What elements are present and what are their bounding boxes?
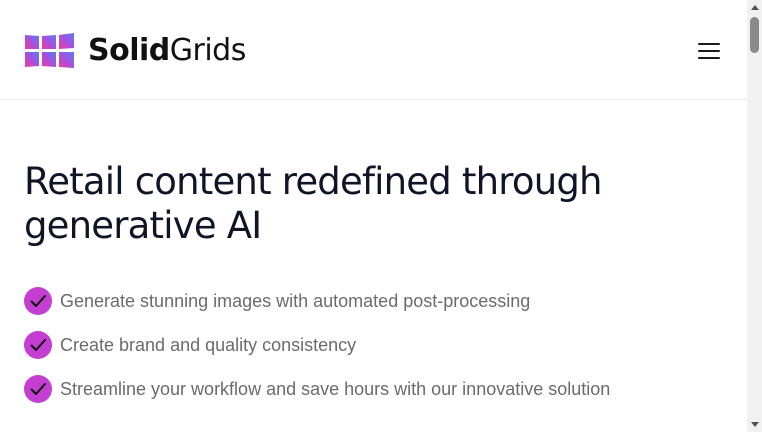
feature-item: Streamline your workflow and save hours … [24,374,610,404]
scroll-up-arrow-icon[interactable] [747,0,762,15]
feature-text: Create brand and quality consistency [60,334,357,355]
grid-logo-icon [25,33,74,68]
feature-list: Generate stunning images with automated … [24,286,610,418]
logo-wordmark: SolidGrids [88,32,246,70]
hamburger-menu-icon[interactable] [692,36,726,66]
site-header: SolidGrids [0,0,747,100]
check-icon [24,375,52,403]
hero-title: Retail content redefined through generat… [24,160,603,247]
feature-item: Generate stunning images with automated … [24,286,610,316]
menu-bar [698,43,720,45]
logo-link[interactable]: SolidGrids [24,32,246,70]
scroll-down-arrow-icon[interactable] [747,417,762,432]
menu-bar [698,57,720,59]
check-icon [24,331,52,359]
logo-text-bold: Solid [88,33,170,68]
feature-item: Create brand and quality consistency [24,330,610,360]
feature-text: Streamline your workflow and save hours … [60,378,611,399]
vertical-scrollbar[interactable] [747,0,762,432]
check-icon [24,287,52,315]
menu-bar [698,50,720,52]
page-viewport: SolidGrids Retail content redefined thro… [0,0,747,432]
scrollbar-thumb[interactable] [750,17,759,53]
logo-text-light: Grids [169,33,247,68]
feature-text: Generate stunning images with automated … [60,290,531,311]
